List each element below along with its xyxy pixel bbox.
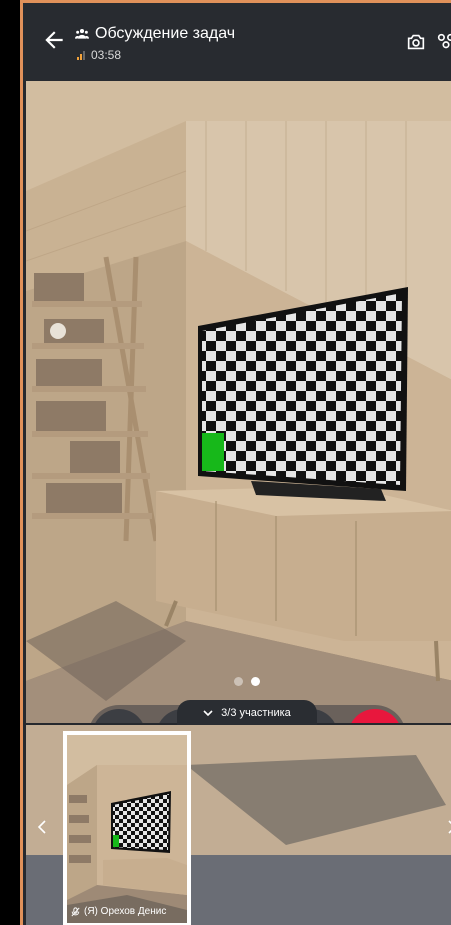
self-video-thumbnail[interactable]: (Я) Орехов Денис xyxy=(63,731,191,925)
chat-title: Обсуждение задач xyxy=(95,25,236,42)
thumbnail-label: (Я) Орехов Денис xyxy=(71,906,166,917)
participants-count: 3/3 участника xyxy=(221,707,291,719)
call-timer: 03:58 xyxy=(91,48,122,62)
call-screen: Обсуждение задач 03:58 3/3 участника (Я)… xyxy=(20,0,451,925)
call-status-row: 03:58 xyxy=(77,48,121,62)
hang-up-button[interactable] xyxy=(348,709,402,723)
call-header: Обсуждение задач 03:58 xyxy=(23,3,451,81)
carousel-dots xyxy=(234,677,260,686)
mic-off-icon xyxy=(71,906,80,916)
thumbnail-scene xyxy=(67,735,187,923)
participants-toggle[interactable]: 3/3 участника xyxy=(177,700,317,726)
back-arrow-icon[interactable] xyxy=(41,27,67,53)
chevron-right-icon[interactable] xyxy=(446,819,451,835)
title-row: Обсуждение задач xyxy=(75,25,235,43)
more-button[interactable] xyxy=(92,709,146,723)
carousel-dot-active[interactable] xyxy=(251,677,260,686)
camera-switch-icon[interactable] xyxy=(405,31,427,53)
signal-icon xyxy=(77,50,85,60)
chevron-down-icon xyxy=(203,710,213,716)
group-icon xyxy=(75,29,89,39)
participant-name: (Я) Орехов Денис xyxy=(84,906,167,917)
carousel-dot[interactable] xyxy=(234,677,243,686)
main-video[interactable] xyxy=(26,81,451,723)
participants-strip: (Я) Орехов Денис xyxy=(26,725,451,925)
participants-icon[interactable] xyxy=(435,31,451,53)
chevron-left-icon[interactable] xyxy=(36,819,48,835)
room-scene xyxy=(26,81,451,723)
